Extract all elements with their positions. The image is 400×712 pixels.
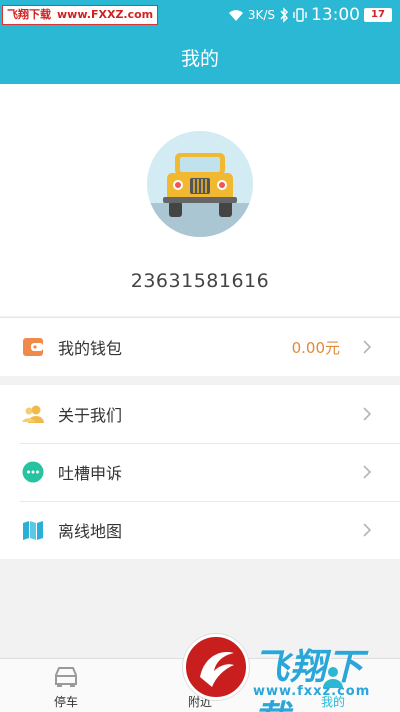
wallet-group: 我的钱包 0.00元 (0, 317, 400, 376)
watermark-url: www.FXXZ.com (57, 8, 154, 21)
car-icon (55, 667, 77, 687)
watermark-overlay: 飞翔下载 www.fxxz.com (183, 632, 389, 712)
watermark-site: 飞翔下载 (7, 8, 51, 21)
net-speed: 3K/S (247, 8, 275, 22)
info-group: 关于我们 吐槽申诉 离线地图 (0, 385, 400, 559)
page-title: 我的 (180, 47, 219, 70)
status-indicators: 3K/S 13:00 17 (228, 0, 392, 30)
map-icon (23, 521, 43, 540)
chevron-right-icon (363, 407, 372, 421)
watermark-text: 飞翔下载 (253, 647, 365, 712)
phone-number: 23631581616 (130, 270, 270, 292)
wifi-icon (228, 10, 243, 21)
people-icon (22, 405, 44, 423)
offline-map-row[interactable]: 离线地图 (0, 501, 400, 559)
wallet-balance: 0.00元 (291, 338, 340, 357)
chat-bubble-icon (22, 461, 44, 483)
about-us-row[interactable]: 关于我们 (0, 385, 400, 443)
vibrate-icon (293, 8, 307, 22)
feedback-label: 吐槽申诉 (58, 464, 123, 483)
yellow-car-icon (147, 131, 253, 237)
battery-level: 17 (371, 9, 385, 20)
wallet-row[interactable]: 我的钱包 0.00元 (0, 318, 400, 376)
offline-map-label: 离线地图 (58, 522, 123, 541)
chevron-right-icon (363, 465, 372, 479)
wallet-label: 我的钱包 (58, 339, 123, 358)
title-bar: 我的 (0, 30, 400, 84)
watermark-url-bottom: www.fxxz.com (253, 684, 371, 699)
chevron-right-icon (363, 523, 372, 537)
wallet-icon (23, 338, 43, 356)
status-bar: 飞翔下载 www.FXXZ.com 3K/S 13:00 17 (0, 0, 400, 30)
tab-label: 停车 (53, 695, 78, 709)
profile-section: 23631581616 (0, 84, 400, 316)
feedback-row[interactable]: 吐槽申诉 (0, 443, 400, 501)
battery-icon: 17 (364, 8, 392, 22)
chevron-right-icon (363, 340, 372, 354)
about-us-label: 关于我们 (58, 406, 123, 425)
clock: 13:00 (311, 5, 360, 25)
avatar[interactable] (147, 131, 253, 237)
watermark-logo-icon (183, 634, 249, 700)
tab-parking[interactable]: 停车 (26, 659, 106, 712)
watermark-banner: 飞翔下载 www.FXXZ.com (2, 5, 159, 25)
bluetooth-icon (280, 7, 289, 23)
